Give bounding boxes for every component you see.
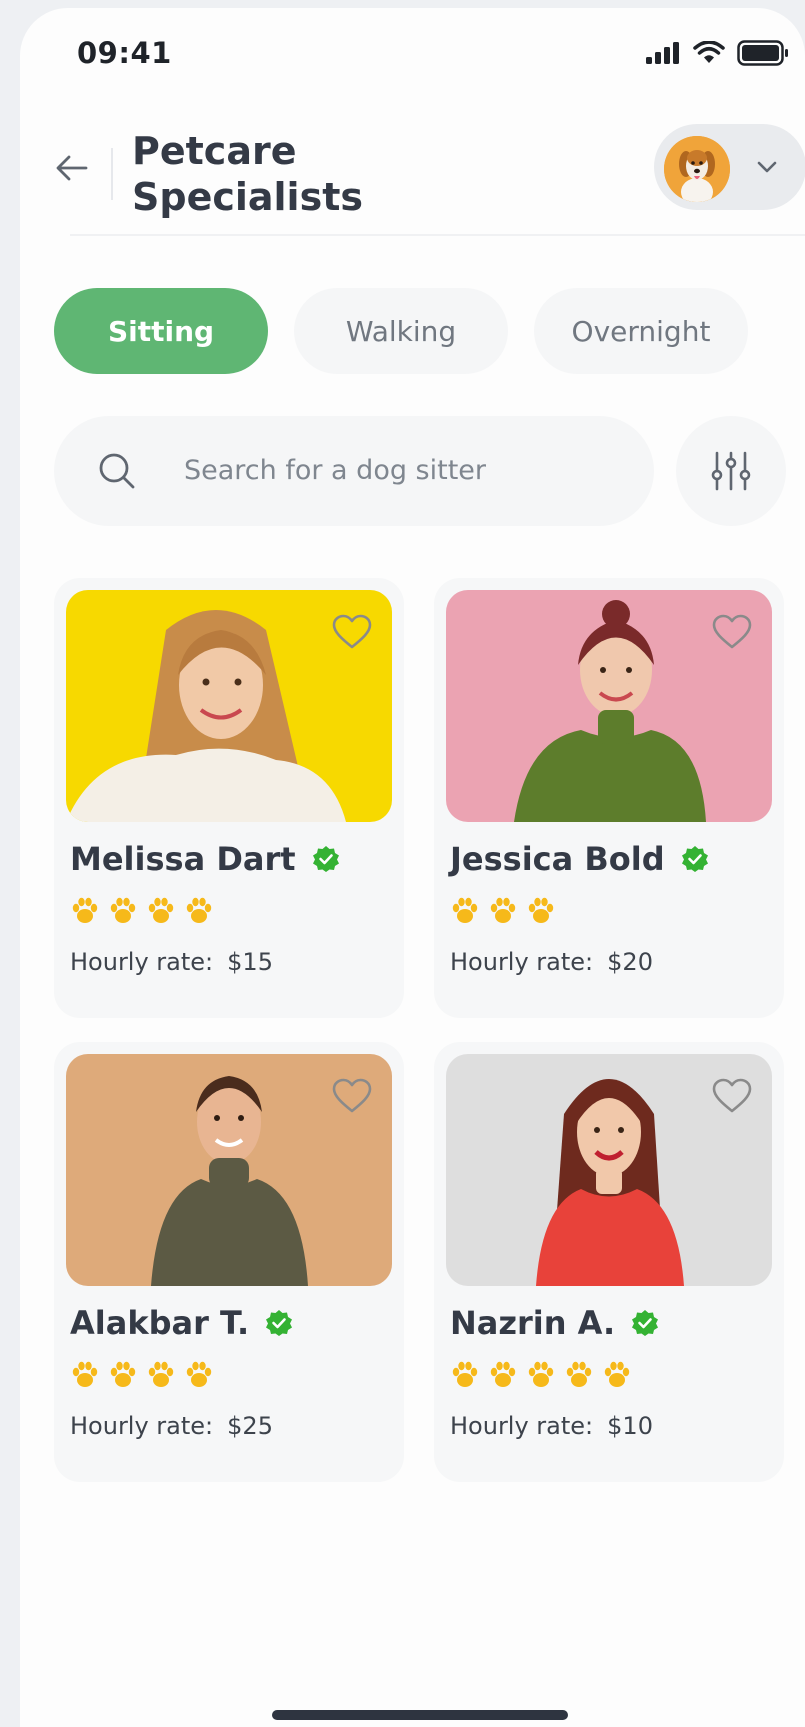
paw-icon bbox=[148, 1361, 174, 1387]
search-placeholder: Search for a dog sitter bbox=[184, 455, 487, 486]
status-icons bbox=[645, 40, 789, 66]
sitter-photo bbox=[446, 1054, 772, 1286]
hourly-rate-label: Hourly rate: bbox=[450, 948, 594, 976]
sitter-card-alakbar-t[interactable]: Alakbar T. Hourly rate: $25 bbox=[54, 1042, 404, 1482]
status-time: 09:41 bbox=[77, 36, 172, 70]
filter-sliders-icon bbox=[711, 451, 751, 491]
dog-avatar-icon bbox=[664, 136, 730, 202]
verified-badge-icon bbox=[681, 846, 708, 872]
paw-icon bbox=[110, 897, 136, 923]
hourly-rate-value: $10 bbox=[607, 1412, 653, 1440]
hourly-rate: Hourly rate: $25 bbox=[70, 1412, 273, 1440]
home-indicator[interactable] bbox=[272, 1710, 568, 1720]
heart-icon bbox=[712, 1078, 752, 1113]
paw-icon bbox=[110, 1361, 136, 1387]
sitter-name: Jessica Bold bbox=[450, 840, 665, 878]
hourly-rate-value: $25 bbox=[227, 1412, 273, 1440]
heart-icon bbox=[712, 614, 752, 649]
tab-walking[interactable]: Walking bbox=[294, 288, 508, 374]
page-title-line1: Petcare bbox=[132, 129, 297, 173]
sitter-name: Nazrin A. bbox=[450, 1304, 616, 1342]
wifi-icon bbox=[693, 41, 725, 63]
hourly-rate: Hourly rate: $15 bbox=[70, 948, 273, 976]
paw-rating bbox=[70, 896, 214, 926]
verified-badge-icon bbox=[312, 846, 339, 872]
verified-badge-icon bbox=[266, 1310, 293, 1336]
sitter-name: Melissa Dart bbox=[70, 840, 296, 878]
paw-rating bbox=[70, 1360, 214, 1390]
paw-icon bbox=[528, 1361, 554, 1387]
page-title: Petcare Specialists bbox=[132, 128, 512, 220]
search-icon bbox=[99, 453, 135, 489]
hourly-rate-label: Hourly rate: bbox=[450, 1412, 594, 1440]
verified-badge-icon bbox=[632, 1310, 659, 1336]
paw-icon bbox=[186, 897, 212, 923]
back-button[interactable] bbox=[54, 150, 90, 186]
back-arrow-icon bbox=[56, 155, 88, 181]
signal-icon bbox=[646, 42, 679, 64]
hourly-rate: Hourly rate: $20 bbox=[450, 948, 653, 976]
paw-icon bbox=[490, 1361, 516, 1387]
page-title-line2: Specialists bbox=[132, 175, 363, 219]
hourly-rate-label: Hourly rate: bbox=[70, 1412, 214, 1440]
chevron-down-icon bbox=[757, 161, 777, 173]
paw-icon bbox=[72, 1361, 98, 1387]
paw-icon bbox=[452, 897, 478, 923]
sitter-card-jessica-bold[interactable]: Jessica Bold Hourly rate: $20 bbox=[434, 578, 784, 1018]
favorite-button[interactable] bbox=[710, 1074, 754, 1118]
paw-icon bbox=[186, 1361, 212, 1387]
paw-icon bbox=[452, 1361, 478, 1387]
heart-icon bbox=[332, 614, 372, 649]
favorite-button[interactable] bbox=[330, 1074, 374, 1118]
paw-icon bbox=[148, 897, 174, 923]
favorite-button[interactable] bbox=[710, 610, 754, 654]
sitter-photo bbox=[66, 1054, 392, 1286]
heart-icon bbox=[332, 1078, 372, 1113]
paw-icon bbox=[490, 897, 516, 923]
sitter-card-nazrin-a[interactable]: Nazrin A. Hourly rate: $10 bbox=[434, 1042, 784, 1482]
sitter-card-melissa-dart[interactable]: Melissa Dart Hourly rate: $15 bbox=[54, 578, 404, 1018]
battery-icon bbox=[737, 40, 788, 66]
sitter-name-row: Jessica Bold bbox=[450, 840, 709, 878]
hourly-rate: Hourly rate: $10 bbox=[450, 1412, 653, 1440]
sitter-name-row: Nazrin A. bbox=[450, 1304, 659, 1342]
filter-button[interactable] bbox=[676, 416, 786, 526]
hourly-rate-value: $20 bbox=[607, 948, 653, 976]
sitter-name-row: Alakbar T. bbox=[70, 1304, 293, 1342]
tab-sitting[interactable]: Sitting bbox=[54, 288, 268, 374]
paw-rating bbox=[450, 1360, 632, 1390]
paw-icon bbox=[566, 1361, 592, 1387]
tab-overnight[interactable]: Overnight bbox=[534, 288, 748, 374]
header-divider bbox=[111, 148, 113, 200]
sitter-photo bbox=[66, 590, 392, 822]
paw-icon bbox=[604, 1361, 630, 1387]
sitter-name: Alakbar T. bbox=[70, 1304, 250, 1342]
paw-icon bbox=[528, 897, 554, 923]
hourly-rate-label: Hourly rate: bbox=[70, 948, 214, 976]
sitter-name-row: Melissa Dart bbox=[70, 840, 340, 878]
sitter-photo bbox=[446, 590, 772, 822]
hourly-rate-value: $15 bbox=[227, 948, 273, 976]
profile-menu[interactable] bbox=[654, 124, 805, 210]
avatar bbox=[664, 136, 730, 202]
paw-icon bbox=[72, 897, 98, 923]
phone-screen: 09:41 Petcare Specialists Sitting Walkin… bbox=[20, 8, 805, 1727]
paw-rating bbox=[450, 896, 556, 926]
favorite-button[interactable] bbox=[330, 610, 374, 654]
search-input[interactable]: Search for a dog sitter bbox=[54, 416, 654, 526]
header-rule bbox=[70, 234, 805, 236]
